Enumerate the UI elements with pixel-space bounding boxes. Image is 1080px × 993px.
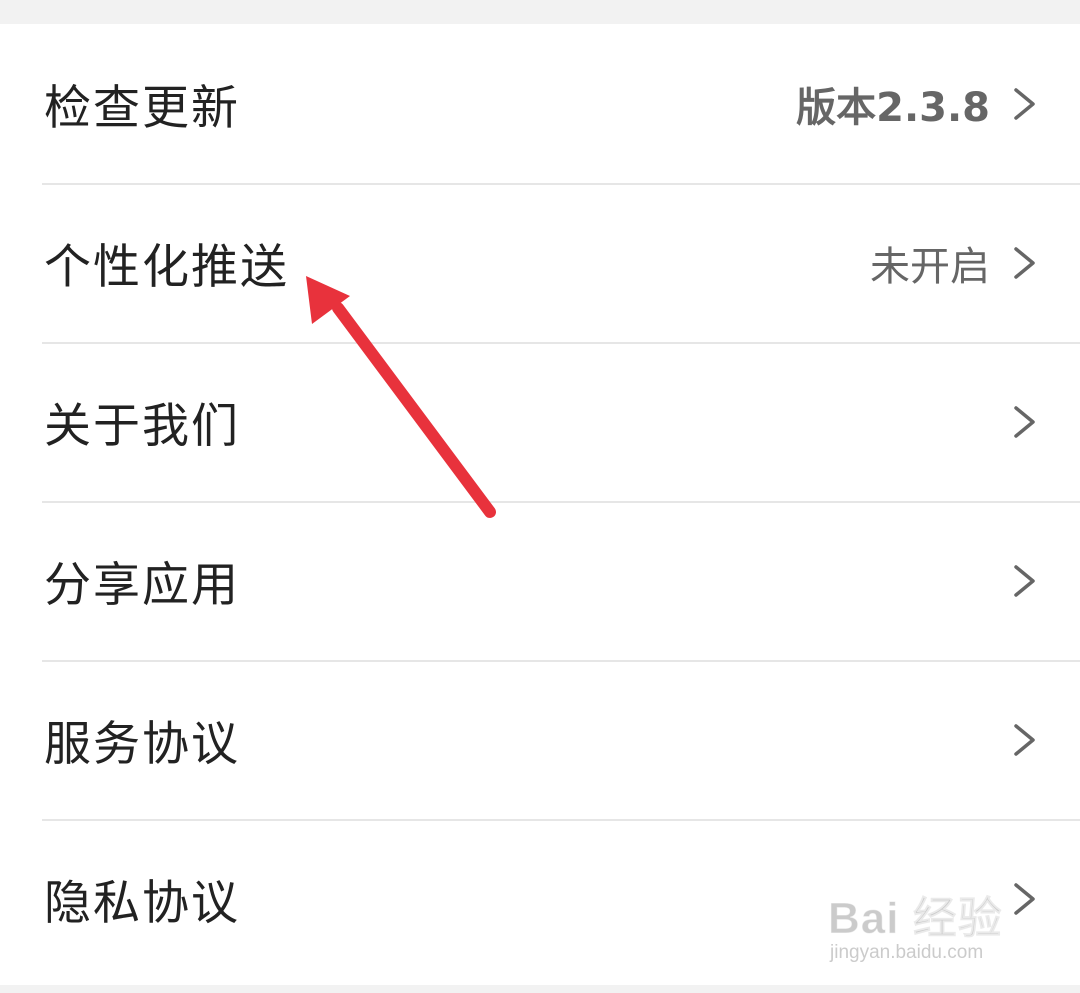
chevron-right-icon [1012, 405, 1038, 439]
settings-item-check-update[interactable]: 检查更新 版本2.3.8 [0, 24, 1080, 183]
settings-item-service-agreement[interactable]: 服务协议 [0, 660, 1080, 819]
settings-item-personalized-push[interactable]: 个性化推送 未开启 [0, 183, 1080, 342]
chevron-right-icon [1012, 87, 1038, 121]
settings-item-about-us[interactable]: 关于我们 [0, 342, 1080, 501]
settings-item-privacy-agreement[interactable]: 隐私协议 [0, 819, 1080, 978]
settings-item-label: 分享应用 [44, 558, 240, 613]
settings-item-label: 关于我们 [44, 399, 240, 454]
settings-item-label: 服务协议 [44, 717, 240, 772]
top-gap [0, 0, 1080, 24]
chevron-right-icon [1012, 882, 1038, 916]
settings-item-label: 个性化推送 [44, 240, 289, 295]
settings-item-share-app[interactable]: 分享应用 [0, 501, 1080, 660]
settings-item-label: 检查更新 [44, 81, 240, 136]
chevron-right-icon [1012, 564, 1038, 598]
settings-list: 检查更新 版本2.3.8 个性化推送 未开启 关于我们 分享应用 服务协议 隐私… [0, 24, 1080, 985]
chevron-right-icon [1012, 723, 1038, 757]
settings-page: 检查更新 版本2.3.8 个性化推送 未开启 关于我们 分享应用 服务协议 隐私… [0, 0, 1080, 993]
settings-item-label: 隐私协议 [44, 876, 240, 931]
chevron-right-icon [1012, 246, 1038, 280]
version-value: 版本2.3.8 [796, 84, 990, 131]
push-status-value: 未开启 [870, 243, 990, 290]
